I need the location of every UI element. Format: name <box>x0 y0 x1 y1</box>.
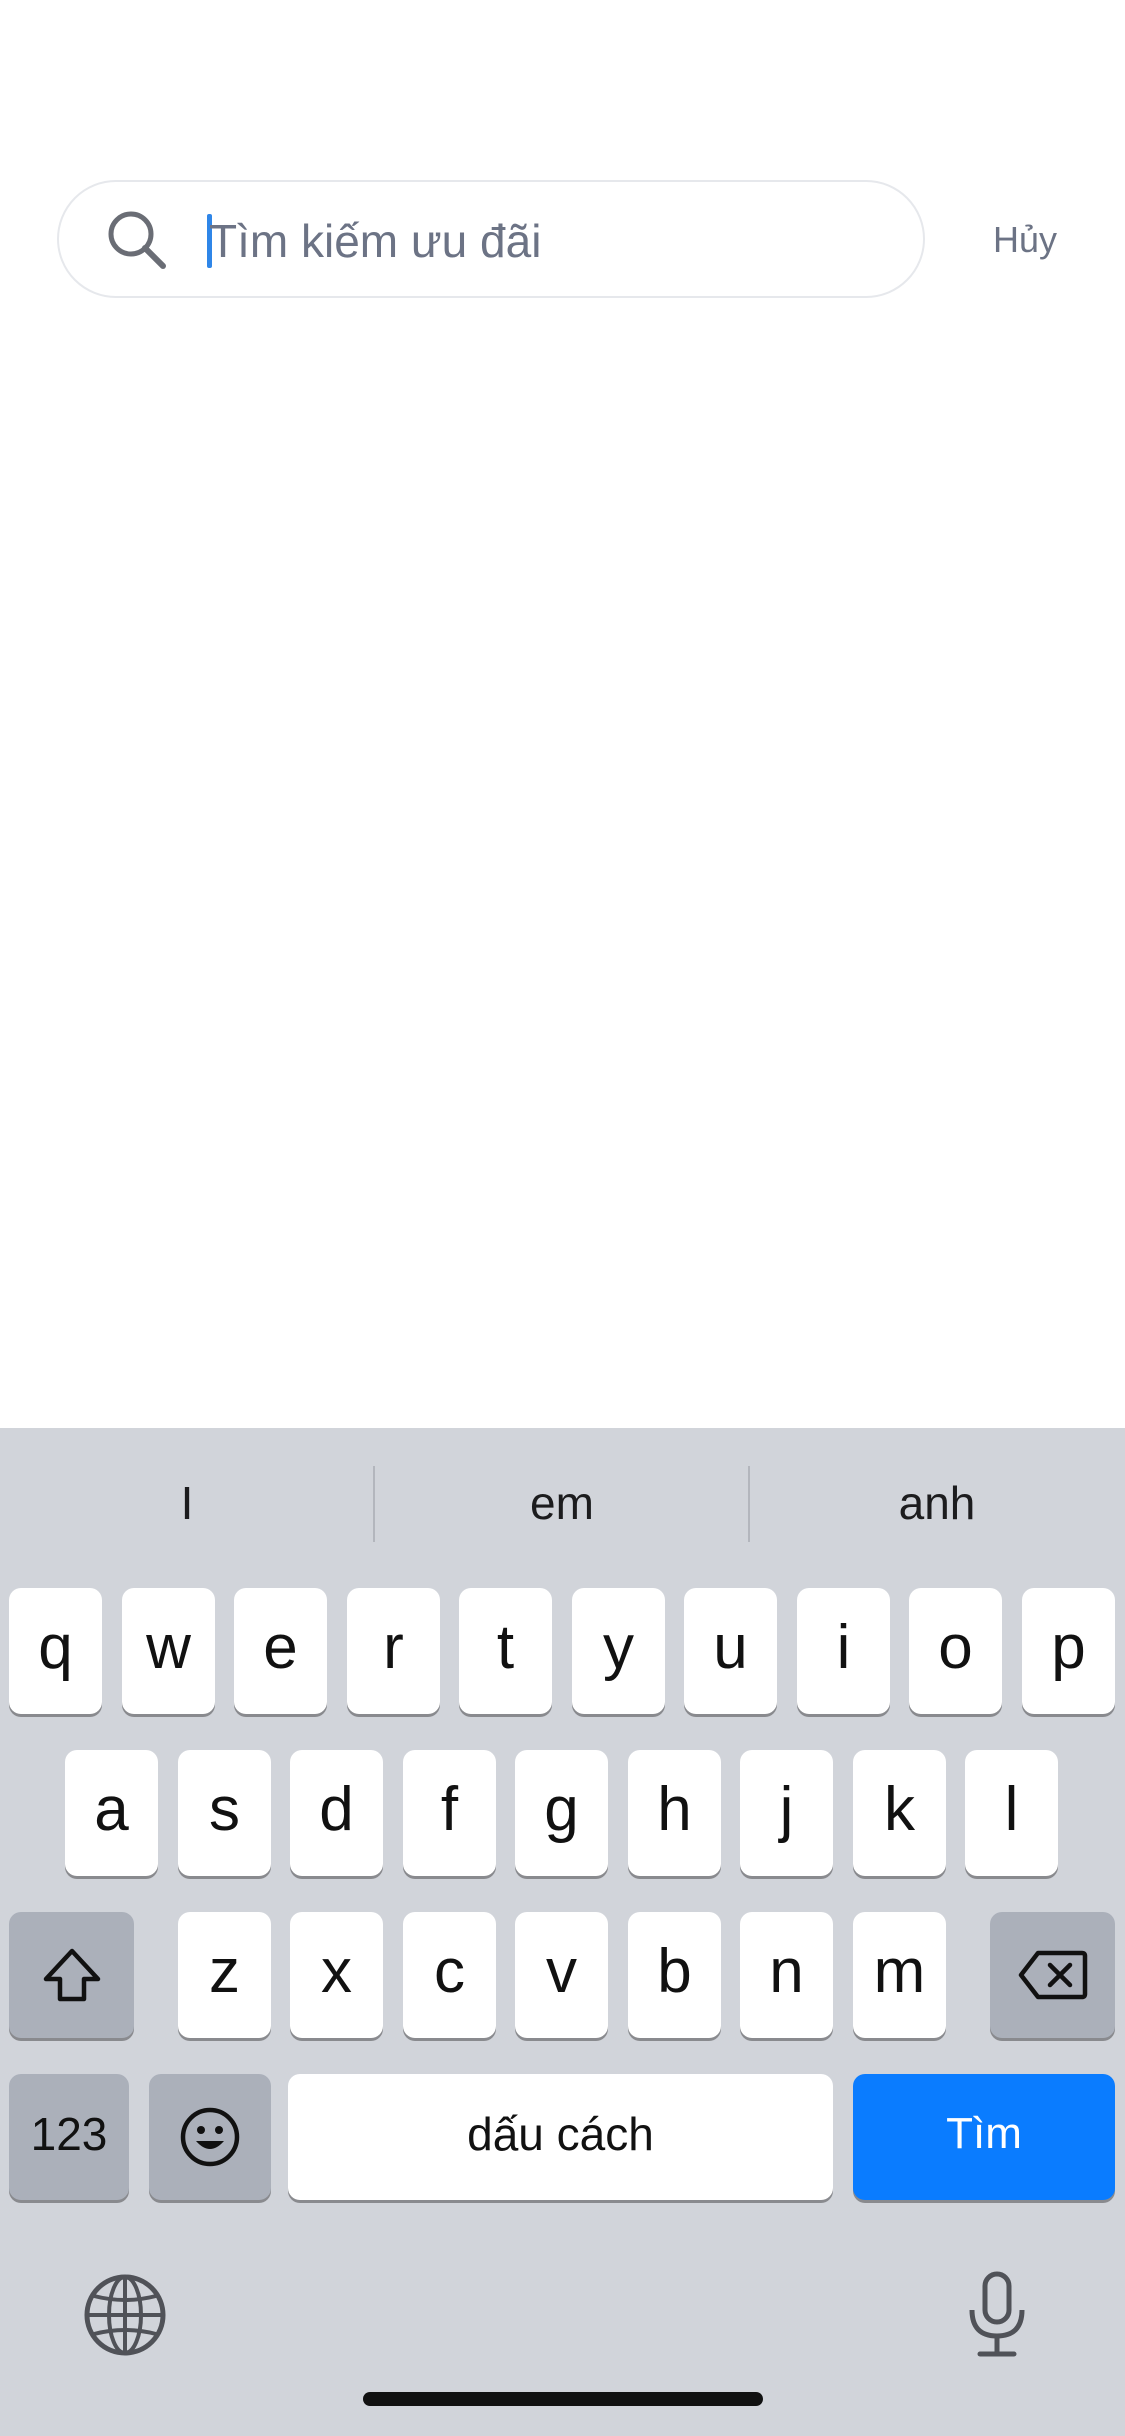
key-i[interactable]: i <box>797 1588 890 1714</box>
key-h[interactable]: h <box>628 1750 721 1876</box>
search-icon <box>103 206 173 276</box>
suggestion-1[interactable]: I <box>0 1458 374 1548</box>
key-p[interactable]: p <box>1022 1588 1115 1714</box>
globe-key[interactable] <box>80 2270 170 2360</box>
key-v[interactable]: v <box>515 1912 608 2038</box>
key-k[interactable]: k <box>853 1750 946 1876</box>
emoji-icon <box>180 2107 240 2167</box>
suggestion-2[interactable]: em <box>375 1458 749 1548</box>
key-n[interactable]: n <box>740 1912 833 2038</box>
key-q[interactable]: q <box>9 1588 102 1714</box>
key-e[interactable]: e <box>234 1588 327 1714</box>
key-g[interactable]: g <box>515 1750 608 1876</box>
globe-icon <box>84 2274 166 2356</box>
key-f[interactable]: f <box>403 1750 496 1876</box>
backspace-icon <box>1018 1950 1087 2000</box>
key-x[interactable]: x <box>290 1912 383 2038</box>
key-r[interactable]: r <box>347 1588 440 1714</box>
key-w[interactable]: w <box>122 1588 215 1714</box>
shift-icon <box>43 1948 100 2002</box>
key-z[interactable]: z <box>178 1912 271 2038</box>
numbers-key[interactable]: 123 <box>9 2074 129 2200</box>
microphone-icon <box>969 2271 1025 2357</box>
key-a[interactable]: a <box>65 1750 158 1876</box>
key-s[interactable]: s <box>178 1750 271 1876</box>
suggestion-3[interactable]: anh <box>750 1458 1124 1548</box>
key-l[interactable]: l <box>965 1750 1058 1876</box>
space-key[interactable]: dấu cách <box>288 2074 833 2200</box>
key-y[interactable]: y <box>572 1588 665 1714</box>
emoji-key[interactable] <box>149 2074 271 2200</box>
on-screen-keyboard: I em anh q w e r t y u i o p a s d f g h… <box>0 1428 1125 2436</box>
key-u[interactable]: u <box>684 1588 777 1714</box>
search-return-key[interactable]: Tìm <box>853 2074 1115 2200</box>
cancel-button[interactable]: Hủy <box>960 210 1090 270</box>
delete-key[interactable] <box>990 1912 1115 2038</box>
key-j[interactable]: j <box>740 1750 833 1876</box>
key-b[interactable]: b <box>628 1912 721 2038</box>
dictation-key[interactable] <box>952 2270 1042 2360</box>
key-t[interactable]: t <box>459 1588 552 1714</box>
search-input[interactable] <box>209 202 889 280</box>
home-indicator <box>363 2392 763 2406</box>
key-c[interactable]: c <box>403 1912 496 2038</box>
key-d[interactable]: d <box>290 1750 383 1876</box>
key-m[interactable]: m <box>853 1912 946 2038</box>
shift-key[interactable] <box>9 1912 134 2038</box>
search-bar[interactable] <box>57 180 925 298</box>
key-o[interactable]: o <box>909 1588 1002 1714</box>
